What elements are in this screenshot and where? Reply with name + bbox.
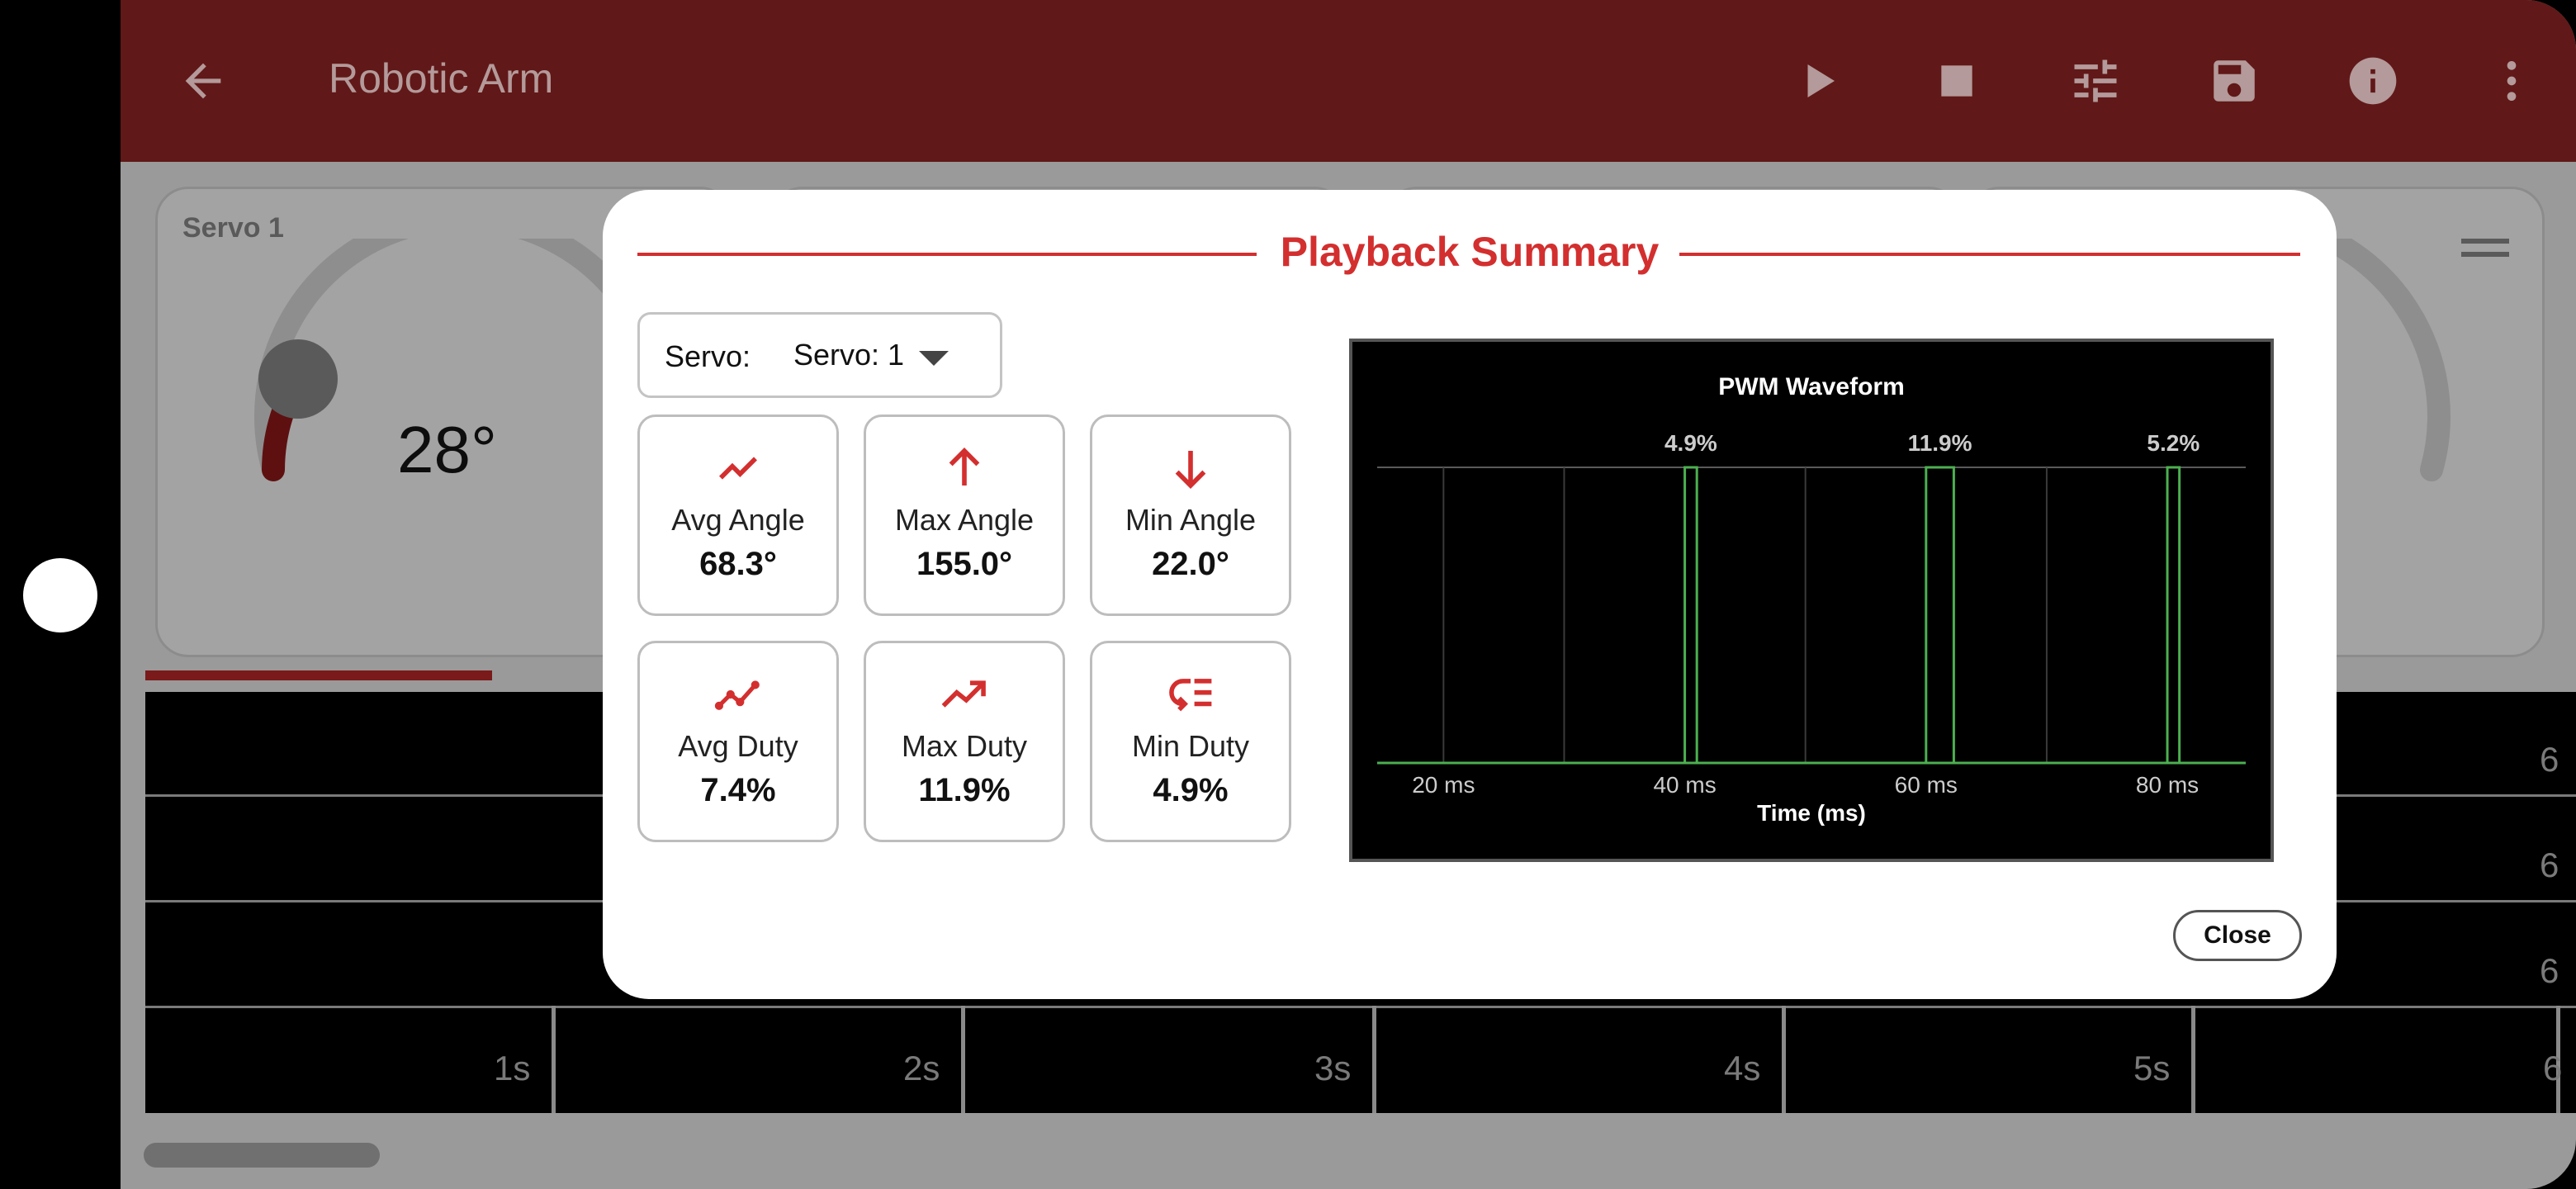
second-divider bbox=[961, 1006, 965, 1113]
low-priority-icon bbox=[1092, 671, 1289, 718]
dialog-title: Playback Summary bbox=[1280, 229, 1660, 275]
stat-value: 68.3° bbox=[699, 546, 777, 582]
app-window: Robotic Arm Servo 1 28° 6 6 6 1s 2s 3s 4… bbox=[121, 0, 2576, 1189]
servo-dropdown-label: Servo: bbox=[665, 339, 751, 373]
x-tick-label: 80 ms bbox=[2136, 772, 2199, 798]
second-divider bbox=[552, 1006, 556, 1113]
stat-value: 7.4% bbox=[700, 772, 776, 808]
chart-title: PWM Waveform bbox=[1718, 373, 1905, 400]
stat-label: Max Duty bbox=[901, 729, 1028, 763]
playback-summary-dialog: Playback Summary Servo: Servo: 1 Avg Ang… bbox=[603, 190, 2337, 999]
app-bar: Robotic Arm bbox=[121, 0, 2576, 162]
stat-card-min-angle: Min Angle 22.0° bbox=[1090, 414, 1291, 616]
second-label: 5s bbox=[2133, 1049, 2171, 1087]
pulse-duty-label: 4.9% bbox=[1664, 430, 1717, 456]
pwm-pulse bbox=[1925, 466, 1955, 765]
second-label: 2s bbox=[903, 1049, 940, 1087]
trending-up-icon bbox=[866, 671, 1063, 718]
second-divider bbox=[1782, 1006, 1786, 1113]
drag-handle-icon[interactable] bbox=[2461, 239, 2509, 257]
second-label: 6 bbox=[2543, 1049, 2563, 1087]
horizontal-scrollbar[interactable] bbox=[144, 1143, 380, 1168]
playback-progress bbox=[145, 670, 492, 680]
trend-line-icon bbox=[640, 445, 836, 491]
info-icon[interactable] bbox=[2340, 48, 2406, 114]
back-arrow-icon[interactable] bbox=[170, 48, 236, 114]
timeline-row-divider bbox=[145, 1006, 2576, 1008]
stat-card-max-duty: Max Duty 11.9% bbox=[864, 641, 1065, 842]
x-tick-label: 60 ms bbox=[1895, 772, 1958, 798]
arrow-down-icon bbox=[1092, 445, 1289, 491]
row-mark: 6 bbox=[2540, 846, 2559, 884]
stat-card-avg-angle: Avg Angle 68.3° bbox=[637, 414, 839, 616]
close-button[interactable]: Close bbox=[2173, 910, 2302, 961]
pulse-duty-label: 11.9% bbox=[1908, 430, 1972, 456]
stat-label: Min Duty bbox=[1131, 729, 1250, 763]
pwm-pulse bbox=[2166, 466, 2181, 765]
arrow-up-icon bbox=[866, 445, 1063, 491]
pwm-waveform-svg: PWM Waveform 4.9% 11.9% 5.2% 20 ms 40 ms 60 … bbox=[1377, 373, 2246, 826]
row-mark: 6 bbox=[2540, 951, 2559, 990]
servo-dropdown-value: Servo: 1 bbox=[793, 338, 905, 372]
app-title: Robotic Arm bbox=[329, 55, 554, 102]
more-vert-icon[interactable] bbox=[2479, 48, 2545, 114]
second-label: 1s bbox=[494, 1049, 531, 1087]
save-icon[interactable] bbox=[2201, 48, 2267, 114]
second-divider bbox=[2191, 1006, 2195, 1113]
row-mark: 6 bbox=[2540, 740, 2559, 779]
play-icon[interactable] bbox=[1785, 48, 1851, 114]
second-divider bbox=[1372, 1006, 1376, 1113]
stop-icon[interactable] bbox=[1924, 48, 1990, 114]
stat-card-max-angle: Max Angle 155.0° bbox=[864, 414, 1065, 616]
stat-label: Avg Angle bbox=[671, 503, 805, 537]
home-button[interactable] bbox=[23, 558, 97, 632]
tune-icon[interactable] bbox=[2062, 48, 2129, 114]
stat-value: 11.9% bbox=[918, 772, 1011, 808]
pulse-duty-label: 5.2% bbox=[2147, 430, 2200, 456]
stat-card-min-duty: Min Duty 4.9% bbox=[1090, 641, 1291, 842]
pwm-pulse bbox=[1683, 466, 1698, 765]
stat-value: 22.0° bbox=[1152, 546, 1229, 582]
stat-value: 155.0° bbox=[916, 546, 1013, 582]
x-tick-label: 20 ms bbox=[1412, 772, 1475, 798]
pwm-waveform-chart: PWM Waveform 4.9% 11.9% 5.2% 20 ms 40 ms 60 … bbox=[1349, 339, 2274, 862]
servo-dropdown[interactable]: Servo: Servo: 1 bbox=[637, 312, 1002, 398]
dropdown-caret-icon bbox=[919, 351, 949, 366]
scatter-line-icon bbox=[640, 671, 836, 718]
system-nav-bar bbox=[0, 0, 121, 1189]
servo-card-value: 28° bbox=[397, 413, 497, 486]
stat-label: Min Angle bbox=[1125, 503, 1257, 537]
x-tick-label: 40 ms bbox=[1653, 772, 1716, 798]
second-label: 4s bbox=[1724, 1049, 1761, 1087]
stat-label: Avg Duty bbox=[678, 729, 798, 763]
stat-card-avg-duty: Avg Duty 7.4% bbox=[637, 641, 839, 842]
stat-label: Max Angle bbox=[894, 503, 1035, 537]
stat-value: 4.9% bbox=[1153, 772, 1229, 808]
second-label: 3s bbox=[1314, 1049, 1352, 1087]
chart-x-axis-label: Time (ms) bbox=[1757, 800, 1866, 826]
